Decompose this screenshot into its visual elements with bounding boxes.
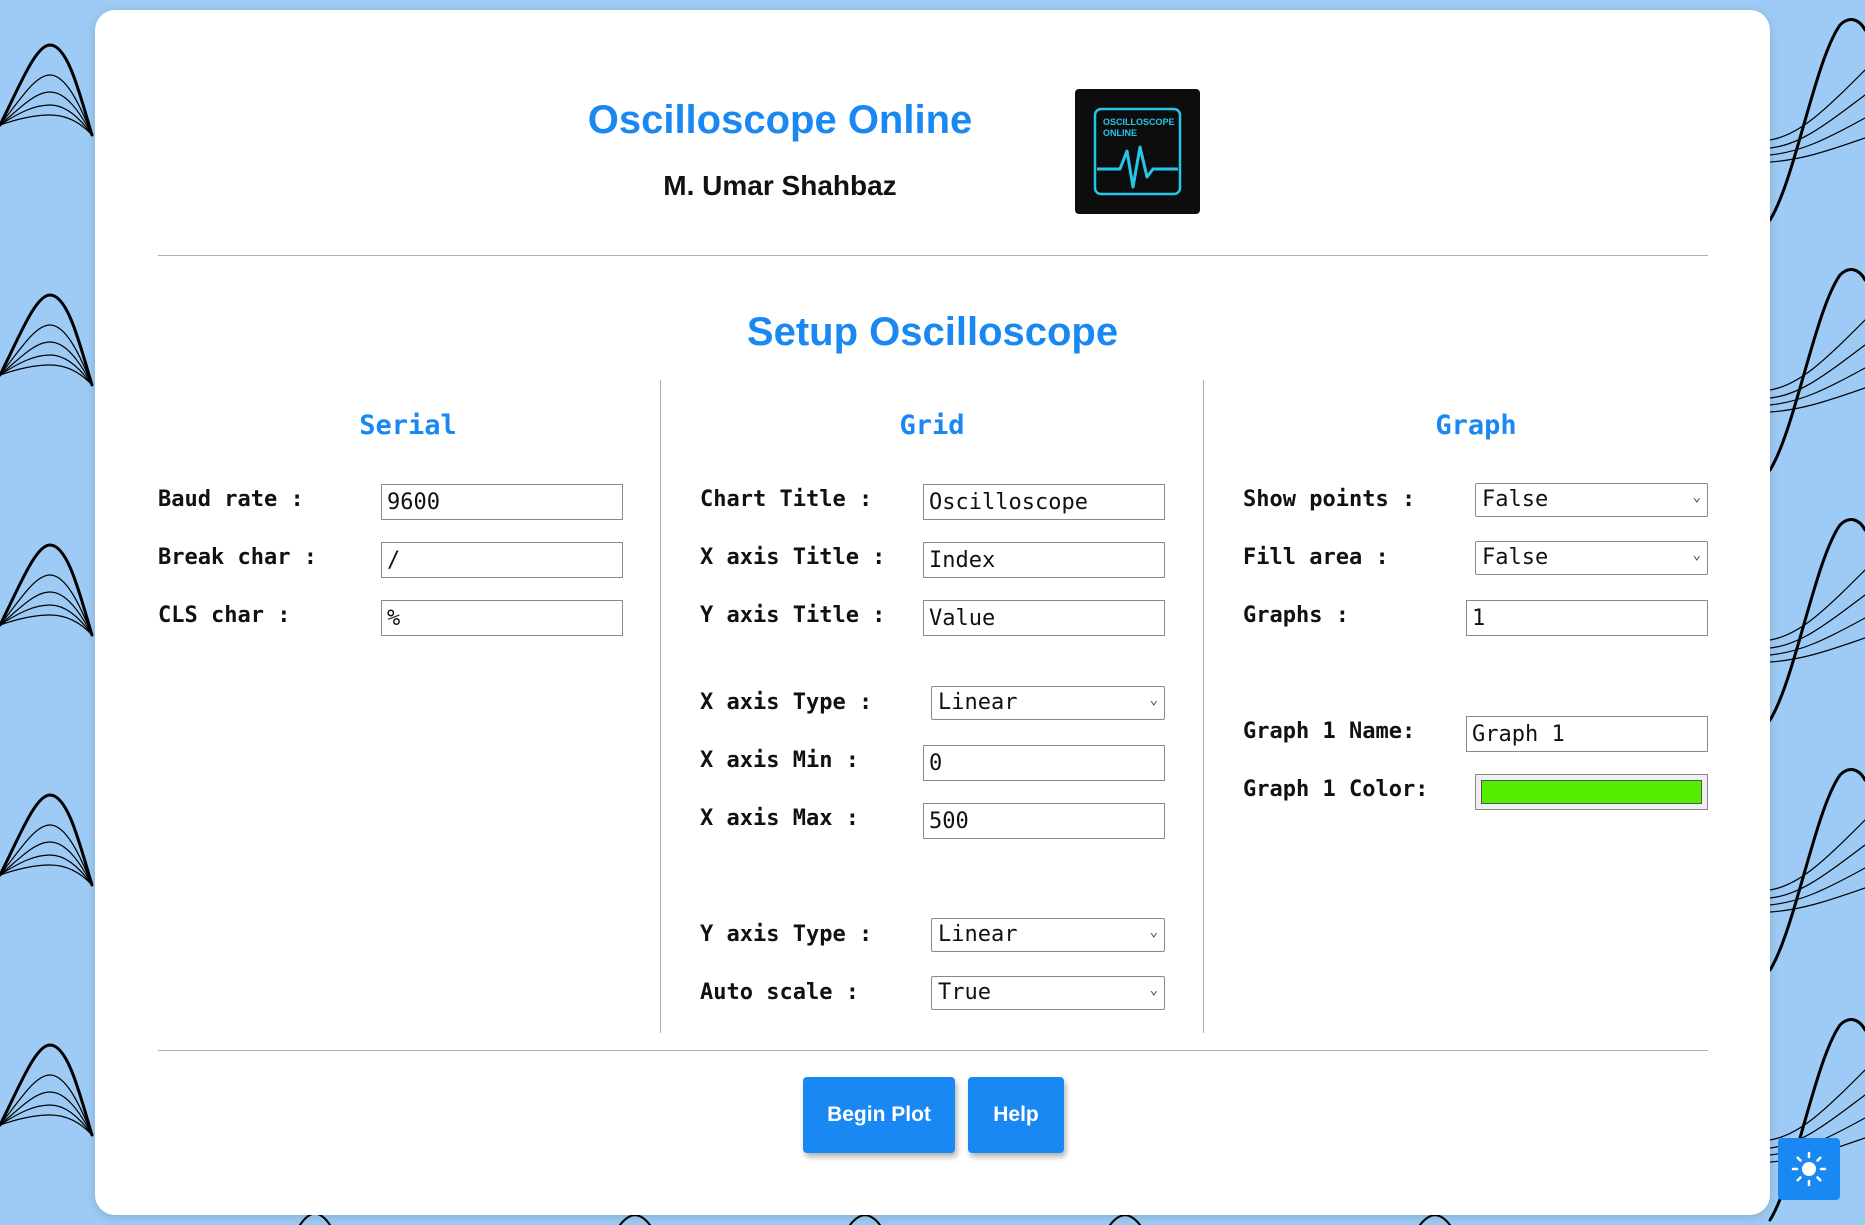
- y-axis-type-label: Y axis Type :: [700, 922, 873, 947]
- header-divider: [158, 255, 1708, 256]
- header: Oscilloscope Online M. Umar Shahbaz OSCI…: [95, 10, 1770, 250]
- fill-area-value: False: [1482, 545, 1549, 570]
- graphs-count-input[interactable]: [1466, 600, 1708, 636]
- column-divider: [1203, 380, 1204, 1033]
- x-axis-max-input[interactable]: [923, 803, 1165, 839]
- setup-title: Setup Oscilloscope: [746, 310, 1119, 354]
- x-axis-max-label: X axis Max :: [700, 806, 859, 831]
- baud-rate-input[interactable]: [381, 484, 623, 520]
- y-axis-title-input[interactable]: [923, 600, 1165, 636]
- setup-card: Oscilloscope Online M. Umar Shahbaz OSCI…: [95, 10, 1770, 1215]
- column-divider: [660, 380, 661, 1033]
- graph1-name-label: Graph 1 Name:: [1243, 719, 1416, 744]
- chart-title-input[interactable]: [923, 484, 1165, 520]
- show-points-value: False: [1482, 487, 1549, 512]
- graph1-name-input[interactable]: [1466, 716, 1708, 752]
- break-char-input[interactable]: [381, 542, 623, 578]
- app-logo: OSCILLOSCOPE ONLINE: [1075, 89, 1200, 214]
- auto-scale-value: True: [938, 980, 991, 1005]
- footer-divider: [158, 1050, 1708, 1051]
- chevron-down-icon: ⌄: [1149, 692, 1158, 708]
- graph1-color-picker[interactable]: [1475, 774, 1708, 810]
- logo-text: OSCILLOSCOPE ONLINE: [1103, 117, 1175, 138]
- sun-icon: [1791, 1151, 1827, 1187]
- app-title: Oscilloscope Online: [587, 98, 973, 142]
- show-points-select[interactable]: False ⌄: [1475, 483, 1708, 517]
- y-axis-type-select[interactable]: Linear ⌄: [931, 918, 1165, 952]
- begin-plot-button[interactable]: Begin Plot: [803, 1077, 955, 1153]
- x-axis-type-label: X axis Type :: [700, 690, 873, 715]
- theme-toggle-button[interactable]: [1778, 1138, 1840, 1200]
- show-points-label: Show points :: [1243, 487, 1416, 512]
- y-axis-title-label: Y axis Title :: [700, 603, 886, 628]
- baud-rate-label: Baud rate :: [158, 487, 304, 512]
- y-axis-type-value: Linear: [938, 922, 1018, 947]
- fill-area-label: Fill area :: [1243, 545, 1389, 570]
- author-name: M. Umar Shahbaz: [663, 170, 897, 201]
- fill-area-select[interactable]: False ⌄: [1475, 541, 1708, 575]
- graphs-label: Graphs :: [1243, 603, 1349, 628]
- auto-scale-label: Auto scale :: [700, 980, 859, 1005]
- grid-title: Grid: [899, 410, 965, 441]
- chevron-down-icon: ⌄: [1692, 489, 1701, 505]
- x-axis-title-label: X axis Title :: [700, 545, 886, 570]
- x-axis-type-select[interactable]: Linear ⌄: [931, 686, 1165, 720]
- auto-scale-select[interactable]: True ⌄: [931, 976, 1165, 1010]
- serial-title: Serial: [359, 410, 457, 441]
- x-axis-title-input[interactable]: [923, 542, 1165, 578]
- x-axis-min-label: X axis Min :: [700, 748, 859, 773]
- oscilloscope-logo-icon: [1093, 107, 1182, 196]
- break-char-label: Break char :: [158, 545, 317, 570]
- chevron-down-icon: ⌄: [1149, 924, 1158, 940]
- cls-char-input[interactable]: [381, 600, 623, 636]
- graph1-color-swatch: [1481, 780, 1702, 804]
- chart-title-label: Chart Title :: [700, 487, 873, 512]
- x-axis-min-input[interactable]: [923, 745, 1165, 781]
- chevron-down-icon: ⌄: [1149, 982, 1158, 998]
- graph-title: Graph: [1435, 410, 1517, 441]
- x-axis-type-value: Linear: [938, 690, 1018, 715]
- help-button[interactable]: Help: [968, 1077, 1064, 1153]
- graph1-color-label: Graph 1 Color:: [1243, 777, 1429, 802]
- chevron-down-icon: ⌄: [1692, 547, 1701, 563]
- cls-char-label: CLS char :: [158, 603, 291, 628]
